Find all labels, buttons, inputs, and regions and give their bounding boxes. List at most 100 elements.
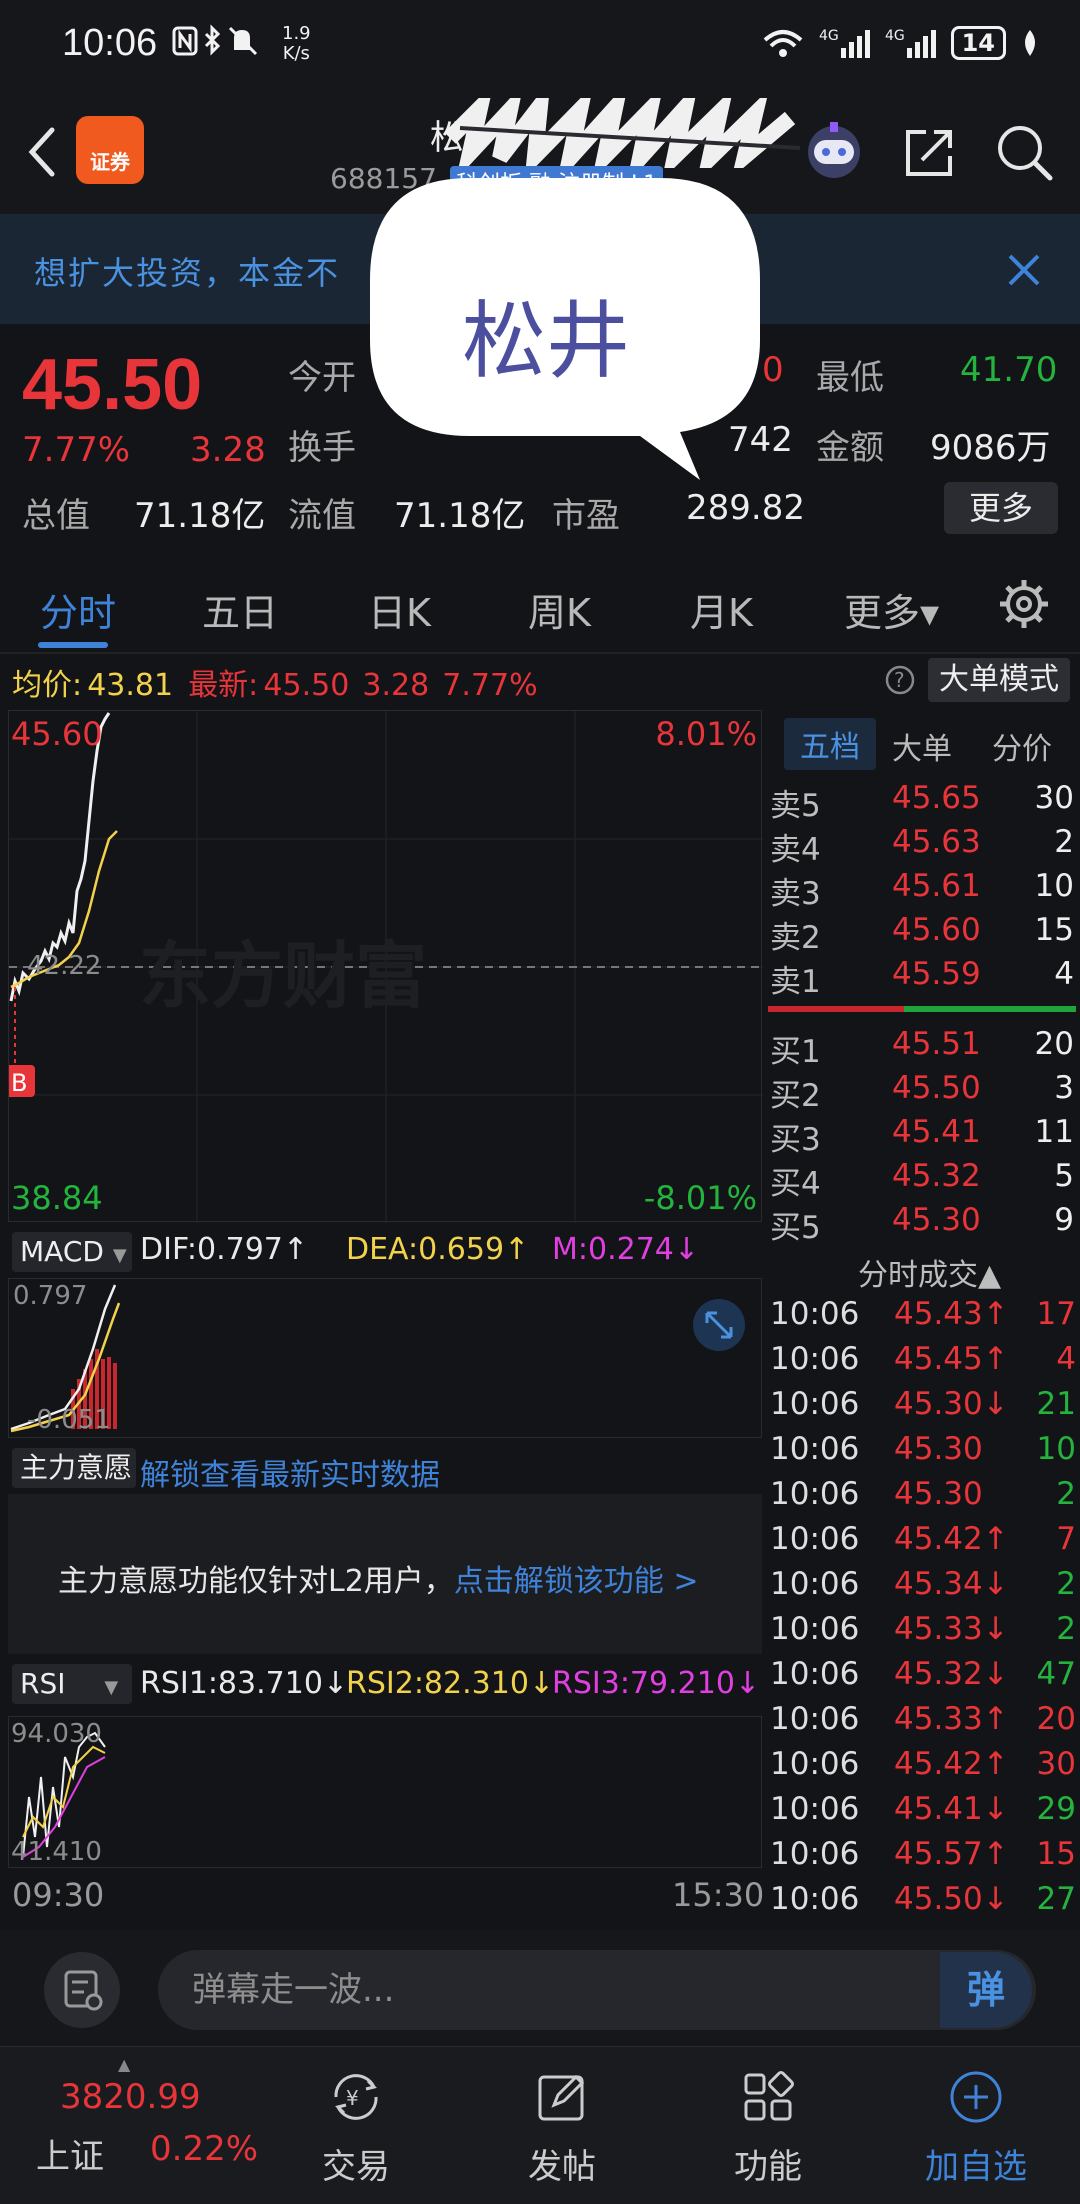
gear-icon[interactable] — [996, 576, 1052, 632]
zhuli-label: 主力意愿 — [20, 1451, 133, 1484]
edit-post-icon — [538, 2074, 585, 2121]
status-notification-icons — [172, 24, 272, 66]
tab-monthly-k[interactable]: 月K — [690, 582, 753, 637]
ask-row: 卖1 45.59 4 — [770, 956, 1074, 1000]
trade-volume: 21 — [1036, 1386, 1076, 1422]
trades-title[interactable]: 分时成交▲ — [858, 1250, 1001, 1294]
back-arrow-icon[interactable] — [22, 122, 62, 182]
rsi-indicator-select[interactable]: RSI ▼ — [12, 1664, 132, 1704]
bid-row: 买2 45.50 3 — [770, 1070, 1074, 1114]
trade-time: 10:06 — [770, 1656, 860, 1692]
order-book: 五档 大单 分价 卖5 45.65 30 卖4 45.63 2 卖3 45.61 10 卖2… — [766, 706, 1080, 1246]
trade-time: 10:06 — [770, 1611, 860, 1647]
macd-dea: DEA:0.659↑ — [346, 1232, 530, 1267]
more-button[interactable]: 更多 — [944, 482, 1058, 534]
zhuli-indicator-select[interactable]: 主力意愿 ▼ — [12, 1448, 136, 1522]
total-cap-label: 总值 — [22, 496, 90, 536]
app-logo[interactable]: 证券 — [76, 116, 144, 184]
nav-add-watchlist[interactable]: 加自选 — [906, 2047, 1046, 2204]
nav-post-label: 发帖 — [528, 2147, 596, 2187]
trade-price: 45.30 — [894, 1476, 983, 1512]
avg-price-bar: 均价: 43.81 最新: 45.50 3.28 7.77% — [12, 660, 538, 704]
trade-volume: 2 — [1056, 1611, 1076, 1647]
zhuli-unlock-link[interactable]: 解锁查看最新实时数据 — [140, 1450, 440, 1494]
latest-pct: 7.77% — [442, 668, 538, 703]
svg-text:¥: ¥ — [346, 2086, 359, 2110]
trade-volume: 4 — [1056, 1341, 1076, 1377]
trade-price: 45.34↓ — [894, 1566, 1009, 1602]
macd-m: M:0.274↓ — [552, 1232, 700, 1267]
low-label: 最低 — [816, 358, 884, 398]
trade-price: 45.57↑ — [894, 1836, 1009, 1872]
tab-daily-k[interactable]: 日K — [368, 582, 431, 637]
trade-row: 10:06 45.50↓ 27 — [770, 1881, 1076, 1926]
latest-label: 最新: — [188, 668, 259, 703]
orderbook-tab-price-dist[interactable]: 分价 — [992, 724, 1052, 768]
trade-row: 10:06 45.30 2 — [770, 1476, 1076, 1521]
bottom-navigation: ▲ 3820.99 上证 0.22% ¥ 交易 发帖 功能 加自选 — [0, 2046, 1080, 2204]
chart-time-start: 09:30 — [12, 1876, 105, 1914]
trade-row: 10:06 45.33↑ 20 — [770, 1701, 1076, 1746]
robot-assistant-icon[interactable] — [800, 116, 868, 184]
period-tabs: 分时 五日 日K 周K 月K 更多▾ — [0, 556, 1080, 654]
trade-price: 45.32↓ — [894, 1656, 1009, 1692]
orderbook-tab-big-orders[interactable]: 大单 — [892, 724, 952, 768]
tab-more[interactable]: 更多▾ — [844, 582, 939, 637]
orderbook-buy-ratio-bar — [904, 1006, 1076, 1012]
macd-indicator-select[interactable]: MACD ▼ — [12, 1232, 132, 1272]
nav-trade[interactable]: ¥ 交易 — [286, 2047, 426, 2204]
overlay-text: 松井 — [462, 292, 631, 390]
macd-dif: DIF:0.797↑ — [140, 1232, 309, 1267]
nav-trade-label: 交易 — [322, 2147, 390, 2187]
rsi2-value: RSI2:82.310↓ — [346, 1666, 555, 1701]
tab-weekly-k[interactable]: 周K — [528, 582, 591, 637]
chart-top-pct: 8.01% — [655, 715, 757, 753]
trade-time: 10:06 — [770, 1341, 860, 1377]
intraday-chart-svg: 东方财富 B — [9, 711, 763, 1223]
comment-settings-icon[interactable] — [44, 1952, 120, 2028]
zhuli-message: 主力意愿功能仅针对L2用户，点击解锁该功能 > — [58, 1556, 699, 1600]
orderbook-tab-five-levels[interactable]: 五档 — [784, 718, 876, 770]
trade-time: 10:06 — [770, 1476, 860, 1512]
nav-function[interactable]: 功能 — [698, 2047, 838, 2204]
close-icon[interactable] — [1004, 250, 1044, 290]
rsi3-value: RSI3:79.210↓ — [552, 1666, 761, 1701]
rsi-chart[interactable]: 94.030 41.410 — [8, 1716, 762, 1868]
macd-chart[interactable]: 0.797 -0.051 — [8, 1278, 762, 1438]
danmu-input[interactable]: 弹幕走一波... — [158, 1950, 1036, 2030]
trade-price: 45.30↓ — [894, 1386, 1009, 1422]
big-order-mode-button[interactable]: 大单模式 — [928, 658, 1070, 702]
open-label: 今开 — [288, 358, 356, 398]
intraday-chart[interactable]: 东方财富 B 45.60 8.01% 38.84 -8.01% 42.22 — [8, 710, 763, 1223]
macd-top-value: 0.797 — [13, 1281, 88, 1311]
share-icon[interactable] — [900, 124, 958, 182]
trade-volume: 20 — [1036, 1701, 1076, 1737]
trade-volume: 2 — [1056, 1566, 1076, 1602]
nav-post[interactable]: 发帖 — [492, 2047, 632, 2204]
chart-bottom-pct: -8.01% — [643, 1179, 757, 1217]
danmu-toggle-button[interactable]: 弹 — [940, 1952, 1032, 2028]
trade-price: 45.42↑ — [894, 1521, 1009, 1557]
net-speed-value: 1.9 — [282, 23, 311, 44]
bid-row: 买1 45.51 20 — [770, 1026, 1074, 1070]
index-ticker[interactable]: ▲ 3820.99 上证 0.22% — [0, 2047, 270, 2204]
pe-value: 289.82 — [686, 488, 805, 528]
nav-function-label: 功能 — [734, 2147, 802, 2187]
trade-row: 10:06 45.30↓ 21 — [770, 1386, 1076, 1431]
trade-price: 45.43↑ — [894, 1296, 1009, 1332]
trade-volume: 2 — [1056, 1476, 1076, 1512]
bid-row: 买4 45.32 5 — [770, 1158, 1074, 1202]
search-icon[interactable] — [994, 122, 1054, 182]
zhuli-unlock-button[interactable]: 点击解锁该功能 > — [454, 1564, 699, 1599]
trade-time: 10:06 — [770, 1701, 860, 1737]
trade-time: 10:06 — [770, 1431, 860, 1467]
help-icon[interactable]: ? — [884, 664, 916, 696]
tab-intraday[interactable]: 分时 — [40, 582, 116, 637]
tab-five-day[interactable]: 五日 — [202, 582, 278, 637]
rsi-top-value: 94.030 — [11, 1719, 102, 1749]
trade-time: 10:06 — [770, 1746, 860, 1782]
index-value: 3820.99 — [60, 2077, 201, 2117]
total-cap-value: 71.18亿 — [134, 496, 266, 536]
trade-volume: 15 — [1036, 1836, 1076, 1872]
trade-yen-icon: ¥ — [334, 2074, 378, 2120]
